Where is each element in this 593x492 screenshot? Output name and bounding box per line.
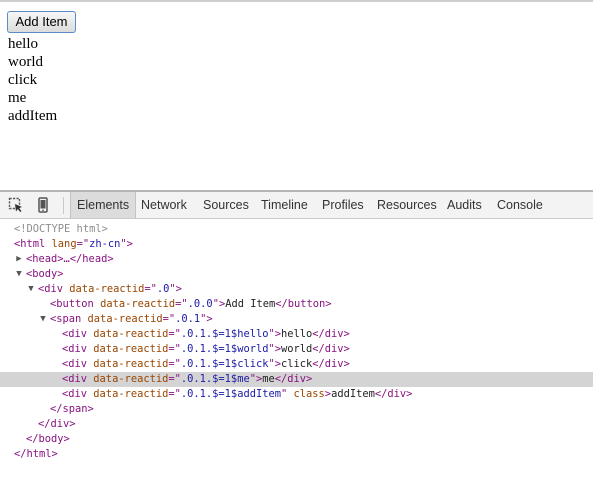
list-item: hello (8, 36, 38, 52)
dom-node-head[interactable]: ▶ <head>…</head> (0, 252, 593, 267)
collapse-arrow-icon[interactable]: ▼ (14, 267, 24, 282)
tab-profiles[interactable]: Profiles (322, 192, 364, 218)
dom-node-html[interactable]: <html lang="zh-cn"> (0, 237, 593, 252)
device-mode-icon[interactable] (34, 196, 52, 214)
tab-elements[interactable]: Elements (70, 192, 137, 218)
dom-node-item-div-selected[interactable]: <div data-reactid=".0.1.$=1$me">me</div> (0, 372, 593, 387)
tab-resources[interactable]: Resources (377, 192, 437, 218)
list-item: addItem (8, 108, 58, 124)
tab-audits[interactable]: Audits (447, 192, 482, 218)
collapse-arrow-icon[interactable]: ▼ (38, 312, 48, 327)
item-list: hello world click me addItem (8, 35, 57, 125)
toolbar-separator (63, 197, 64, 214)
expand-arrow-icon[interactable]: ▶ (14, 252, 24, 267)
tab-console[interactable]: Console (497, 192, 543, 218)
dom-node-item-div[interactable]: <div data-reactid=".0.1.$=1$hello">hello… (0, 327, 593, 342)
dom-node-span-close[interactable]: </span> (0, 402, 593, 417)
dom-node-body-close[interactable]: </body> (0, 432, 593, 447)
dom-node-button[interactable]: <button data-reactid=".0.0">Add Item</bu… (0, 297, 593, 312)
dom-node-html-close[interactable]: </html> (0, 447, 593, 462)
page-viewport: Add Item hello world click me addItem (0, 2, 593, 190)
dom-node-item-div[interactable]: <div data-reactid=".0.1.$=1$world">world… (0, 342, 593, 357)
inspect-element-icon[interactable] (7, 196, 25, 214)
dom-node-item-div[interactable]: <div data-reactid=".0.1.$=1$addItem" cla… (0, 387, 593, 402)
tab-sources[interactable]: Sources (203, 192, 249, 218)
collapse-arrow-icon[interactable]: ▼ (26, 282, 36, 297)
devtools-panel: Elements Network Sources Timeline Profil… (0, 190, 593, 492)
list-item: me (8, 90, 27, 106)
tab-timeline[interactable]: Timeline (261, 192, 308, 218)
list-item: click (8, 72, 38, 88)
tab-network[interactable]: Network (141, 192, 187, 218)
dom-node-span[interactable]: ▼ <span data-reactid=".0.1"> (0, 312, 593, 327)
devtools-toolbar: Elements Network Sources Timeline Profil… (0, 192, 593, 219)
dom-node-doctype[interactable]: <!DOCTYPE html> (0, 222, 593, 237)
list-item: world (8, 54, 43, 70)
add-item-button[interactable]: Add Item (7, 11, 76, 33)
dom-node-body[interactable]: ▼ <body> (0, 267, 593, 282)
dom-node-item-div[interactable]: <div data-reactid=".0.1.$=1$click">click… (0, 357, 593, 372)
dom-node-div-close[interactable]: </div> (0, 417, 593, 432)
dom-node-div[interactable]: ▼ <div data-reactid=".0"> (0, 282, 593, 297)
